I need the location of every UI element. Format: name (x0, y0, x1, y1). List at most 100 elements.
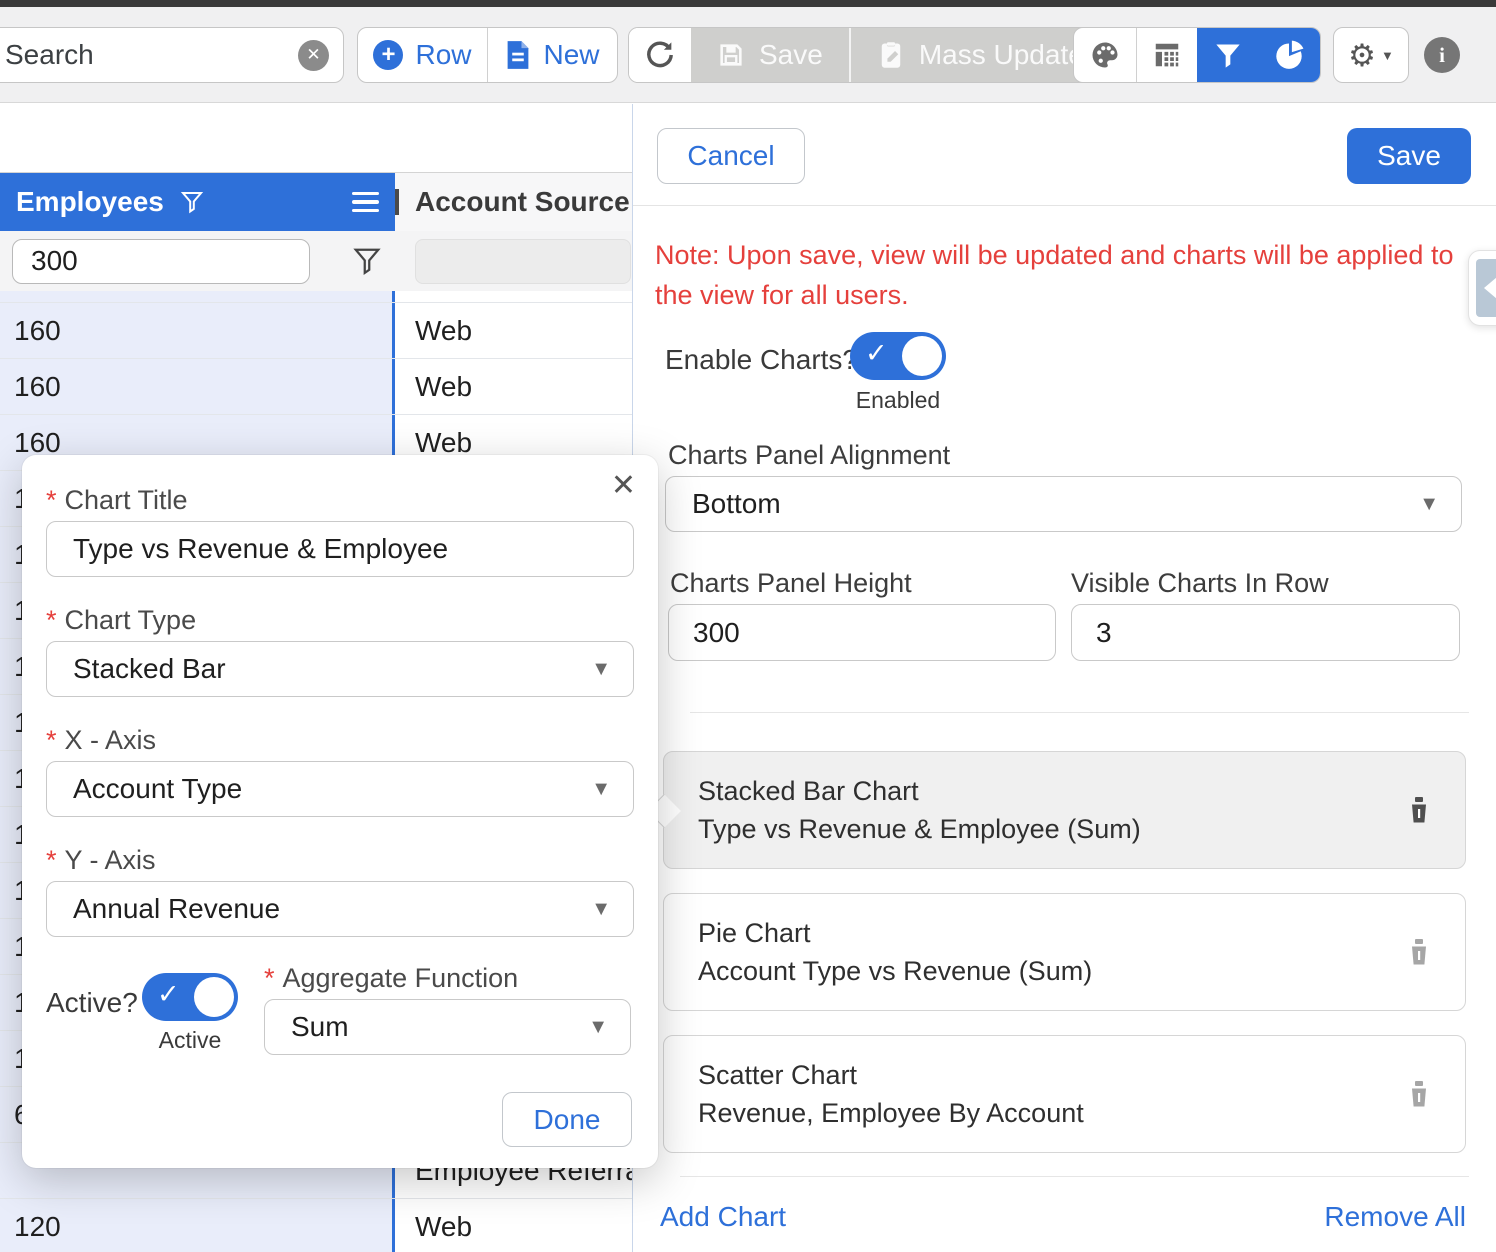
chart-type-value: Stacked Bar (73, 653, 226, 685)
chart-card-type: Scatter Chart (698, 1056, 1407, 1094)
enable-charts-toggle[interactable]: ✓ (850, 332, 946, 380)
chart-type-select[interactable]: Stacked Bar ▼ (46, 641, 634, 697)
filter-toggle-button[interactable] (1197, 28, 1259, 82)
settings-button[interactable]: ⚙ ▼ (1333, 27, 1409, 83)
panel-height-input[interactable]: 300 (668, 604, 1056, 661)
charts-toggle-button[interactable] (1259, 28, 1321, 82)
employees-cell[interactable]: 120 (0, 1199, 395, 1252)
account-source-cell[interactable]: Web (395, 1199, 632, 1252)
save-grid-label: Save (759, 39, 823, 71)
chart-title-input[interactable]: Type vs Revenue & Employee (46, 521, 634, 577)
chart-config-modal: ✕ *Chart Title Type vs Revenue & Employe… (22, 455, 658, 1168)
save-button[interactable]: Save (1347, 128, 1471, 184)
add-chart-link[interactable]: Add Chart (660, 1201, 786, 1233)
new-button[interactable]: New (487, 28, 617, 82)
done-label: Done (534, 1104, 601, 1136)
x-axis-select[interactable]: Account Type ▼ (46, 761, 634, 817)
required-marker: * (46, 485, 57, 515)
visible-charts-value: 3 (1096, 617, 1112, 649)
clear-search-icon[interactable]: ✕ (298, 40, 329, 71)
floppy-disk-icon (717, 41, 745, 69)
required-marker: * (264, 963, 275, 993)
grid-view-button[interactable] (1136, 28, 1198, 82)
chart-card-subtitle: Account Type vs Revenue (Sum) (698, 952, 1407, 990)
employees-filter-value: 300 (31, 245, 78, 277)
employees-cell[interactable]: 160 (0, 303, 395, 358)
remove-all-link[interactable]: Remove All (1324, 1201, 1466, 1233)
table-row[interactable]: 120Web (0, 1199, 632, 1252)
visible-charts-label: Visible Charts In Row (1071, 568, 1329, 599)
toggle-knob (194, 977, 234, 1017)
alignment-select[interactable]: Bottom ▼ (665, 476, 1462, 532)
column-resize-handle[interactable] (395, 189, 399, 215)
divider (680, 1176, 1469, 1177)
required-marker: * (46, 725, 57, 755)
app-screen: Search ✕ + Row New Save (0, 0, 1496, 1252)
cancel-button[interactable]: Cancel (657, 128, 805, 184)
column-header-account-source[interactable]: Account Source (395, 173, 632, 231)
info-icon: i (1439, 43, 1445, 68)
table-row[interactable]: 160Web (0, 303, 632, 359)
new-label: New (543, 39, 599, 71)
employees-filter-input[interactable]: 300 (12, 239, 310, 284)
account-source-cell[interactable]: Web (395, 303, 632, 358)
palette-button[interactable] (1074, 28, 1136, 82)
mass-update-label: Mass Update (919, 39, 1084, 71)
chart-card[interactable]: Stacked Bar ChartType vs Revenue & Emplo… (663, 751, 1466, 869)
check-icon: ✓ (157, 979, 180, 1010)
pie-chart-icon (1274, 40, 1304, 70)
partial-row (0, 291, 632, 303)
palette-icon (1090, 40, 1120, 70)
visible-charts-input[interactable]: 3 (1071, 604, 1460, 661)
chart-card-type: Stacked Bar Chart (698, 772, 1407, 810)
info-button[interactable]: i (1424, 37, 1460, 73)
cancel-label: Cancel (687, 140, 774, 172)
chart-card-subtitle: Type vs Revenue & Employee (Sum) (698, 810, 1407, 848)
active-state: Active (142, 1027, 238, 1054)
filter-menu-icon[interactable] (352, 246, 382, 276)
collapse-left-icon (1476, 259, 1496, 317)
active-toggle[interactable]: ✓ (142, 973, 238, 1021)
search-value[interactable]: Search (5, 39, 298, 71)
enable-charts-state: Enabled (850, 387, 946, 414)
chart-card[interactable]: Pie ChartAccount Type vs Revenue (Sum) (663, 893, 1466, 1011)
x-axis-value: Account Type (73, 773, 242, 805)
add-row-button[interactable]: + Row (358, 28, 487, 82)
note-text: Note: Upon save, view will be updated an… (655, 235, 1473, 315)
gear-icon: ⚙ (1348, 40, 1376, 71)
chart-card[interactable]: Scatter ChartRevenue, Employee By Accoun… (663, 1035, 1466, 1153)
account-source-cell[interactable]: Web (395, 359, 632, 414)
mass-update-button: Mass Update (849, 28, 1110, 82)
panel-height-value: 300 (693, 617, 740, 649)
table-row[interactable]: 160Web (0, 359, 632, 415)
account-source-filter-input (415, 239, 631, 284)
chart-title-label: *Chart Title (46, 485, 188, 516)
aggregate-select[interactable]: Sum ▼ (264, 999, 631, 1055)
search-input[interactable]: Search ✕ (0, 27, 344, 83)
grid-filter-row: 300 (0, 231, 632, 291)
y-axis-value: Annual Revenue (73, 893, 280, 925)
done-button[interactable]: Done (502, 1092, 632, 1147)
account-source-header-label: Account Source (415, 186, 630, 218)
column-header-employees[interactable]: Employees (0, 173, 395, 231)
employees-cell[interactable]: 160 (0, 359, 395, 414)
refresh-button[interactable] (629, 28, 691, 82)
chevron-down-icon: ▼ (591, 778, 611, 801)
column-menu-icon[interactable] (352, 192, 379, 213)
save-grid-button: Save (691, 28, 849, 82)
chevron-down-icon: ▼ (1381, 48, 1394, 63)
alignment-value: Bottom (692, 488, 781, 520)
required-marker: * (46, 845, 57, 875)
trash-icon[interactable] (1407, 938, 1431, 966)
panel-collapse-handle[interactable] (1468, 250, 1496, 326)
y-axis-select[interactable]: Annual Revenue ▼ (46, 881, 634, 937)
trash-icon[interactable] (1407, 796, 1431, 824)
clipboard-pencil-icon (877, 40, 905, 70)
add-row-label: Row (415, 39, 471, 71)
chevron-down-icon: ▼ (588, 1016, 608, 1039)
column-filter-icon[interactable] (180, 190, 204, 214)
close-icon[interactable]: ✕ (611, 471, 636, 501)
chart-card-text: Stacked Bar ChartType vs Revenue & Emplo… (698, 772, 1407, 848)
row-new-button-group: + Row New (357, 27, 618, 83)
trash-icon[interactable] (1407, 1080, 1431, 1108)
